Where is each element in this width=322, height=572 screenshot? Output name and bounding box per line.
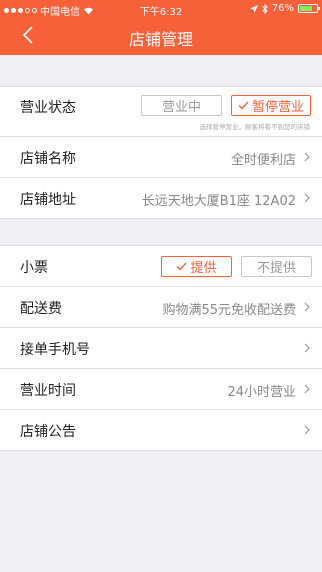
store-address-value: 长远天地大厦B1座 12A02 [141, 194, 296, 209]
delivery-fee-label: 配送费 [20, 301, 62, 317]
order-phone-row[interactable]: 接单手机号 [0, 328, 322, 369]
business-status-label: 营业状态 [20, 100, 76, 116]
open-option-label: 营业中 [161, 100, 201, 115]
store-name-label: 店铺名称 [20, 151, 76, 167]
store-name-value: 全时便利店 [230, 153, 296, 168]
receipt-none-button[interactable]: 不提供 [241, 256, 312, 277]
chevron-right-icon [304, 152, 310, 162]
chevron-right-icon [304, 343, 310, 353]
status-bar: 中国电信 下午6:32 76% [0, 0, 322, 18]
pause-option-button[interactable]: 暂停营业 [231, 95, 311, 116]
bluetooth-icon [261, 3, 268, 14]
store-notice-row[interactable]: 店铺公告 [0, 410, 322, 450]
delivery-fee-row[interactable]: 配送费 购物满55元免收配送费 [0, 287, 322, 328]
business-hours-row[interactable]: 营业时间 24小时营业 [0, 369, 322, 410]
store-address-label: 店铺地址 [20, 192, 76, 208]
receipt-label: 小票 [20, 260, 48, 276]
store-notice-label: 店铺公告 [20, 424, 76, 440]
battery-fill [300, 6, 312, 11]
service-settings-group: 小票 提供 不提供 配送费 购物满55元免收配送费 接单手机号 营业时间 24小… [0, 245, 322, 451]
business-hours-label: 营业时间 [20, 383, 76, 399]
location-arrow-icon [249, 4, 258, 13]
business-hours-value: 24小时营业 [227, 385, 296, 400]
receipt-provide-button[interactable]: 提供 [161, 256, 232, 277]
status-right: 76% [249, 3, 320, 14]
open-option-button[interactable]: 营业中 [141, 95, 222, 116]
checkmark-icon [238, 101, 249, 110]
pause-option-label: 暂停营业 [251, 100, 304, 115]
chevron-right-icon [304, 425, 310, 435]
store-info-group: 营业状态 营业中 暂停营业 选择暂停营业，顾客将看不到您的店铺 店铺名称 全时便… [0, 86, 322, 219]
checkmark-icon [177, 262, 187, 271]
chevron-right-icon [304, 302, 310, 312]
chevron-right-icon [304, 384, 310, 394]
battery-percent: 76% [271, 3, 294, 14]
store-address-row[interactable]: 店铺地址 长远天地大厦B1座 12A02 [0, 178, 322, 218]
receipt-provide-label: 提供 [190, 261, 217, 276]
receipt-none-label: 不提供 [256, 261, 296, 276]
business-status-row: 营业状态 营业中 暂停营业 选择暂停营业，顾客将看不到您的店铺 [0, 87, 322, 137]
page-title: 店铺管理 [128, 30, 193, 49]
battery-icon [298, 4, 320, 13]
pause-hint: 选择暂停营业，顾客将看不到您的店铺 [199, 123, 311, 131]
store-name-row[interactable]: 店铺名称 全时便利店 [0, 137, 322, 178]
chevron-right-icon [304, 193, 310, 203]
order-phone-label: 接单手机号 [20, 342, 90, 358]
receipt-row: 小票 提供 不提供 [0, 246, 322, 287]
nav-header: 中国电信 下午6:32 76% 店铺管理 [0, 0, 322, 55]
delivery-fee-value: 购物满55元免收配送费 [162, 303, 296, 318]
